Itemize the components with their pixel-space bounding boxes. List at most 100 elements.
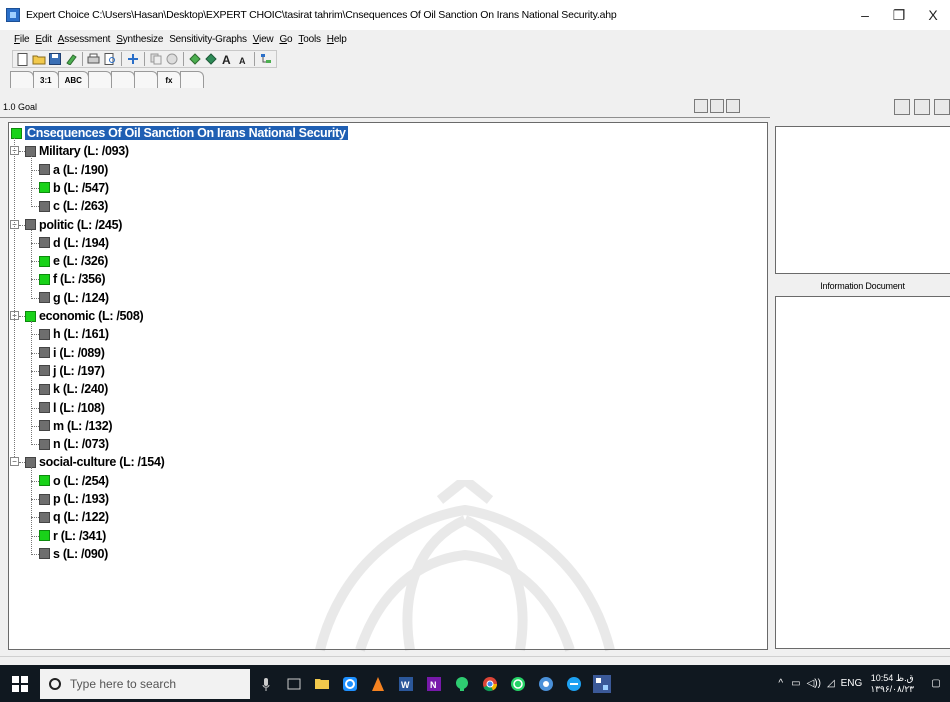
browser-icon[interactable] bbox=[534, 665, 558, 702]
alternative-node[interactable]: s (L: /090) bbox=[39, 545, 108, 563]
green-app-icon[interactable] bbox=[450, 665, 474, 702]
taskbar-search-box[interactable]: Type here to search bbox=[40, 668, 250, 699]
windows-start-icon[interactable] bbox=[0, 665, 40, 702]
alternative-node[interactable]: l (L: /108) bbox=[39, 399, 105, 417]
criterion-node[interactable]: politic (L: /245) bbox=[25, 216, 122, 234]
status-bar bbox=[0, 656, 950, 665]
word-icon[interactable]: W bbox=[394, 665, 418, 702]
tab-graphical[interactable] bbox=[110, 71, 135, 88]
alternative-node[interactable]: g (L: /124) bbox=[39, 289, 109, 307]
alternative-node[interactable]: n (L: /073) bbox=[39, 435, 109, 453]
minimize-button[interactable]: – bbox=[848, 0, 882, 30]
menu-item[interactable]: Tools bbox=[298, 34, 321, 45]
tray-up-chevron-icon[interactable]: ^ bbox=[778, 678, 783, 689]
clock-date: ۱۳۹۶/۰۸/۲۳ bbox=[870, 683, 914, 694]
alternative-node[interactable]: a (L: /190) bbox=[39, 161, 108, 179]
close-button[interactable]: X bbox=[916, 0, 950, 30]
battery-icon[interactable]: ▭ bbox=[791, 678, 800, 689]
node-priority-icon bbox=[39, 402, 50, 413]
font-size-icon[interactable]: A bbox=[219, 52, 234, 66]
whatsapp-icon[interactable] bbox=[506, 665, 530, 702]
menu-item[interactable]: Go bbox=[279, 34, 292, 45]
node-notes-panel[interactable] bbox=[775, 126, 950, 274]
edit-note-icon[interactable] bbox=[894, 99, 910, 115]
menu-item[interactable]: Help bbox=[327, 34, 347, 45]
new-file-icon[interactable] bbox=[15, 52, 30, 66]
menu-item-accelerator: G bbox=[279, 33, 288, 45]
node-label: c (L: /263) bbox=[53, 199, 109, 214]
messenger-icon[interactable] bbox=[562, 665, 586, 702]
paste-icon[interactable] bbox=[164, 52, 179, 66]
app-blue-icon[interactable] bbox=[338, 665, 362, 702]
tree-connector bbox=[31, 480, 39, 482]
tree-connector bbox=[31, 499, 39, 500]
tab-formula[interactable]: fx bbox=[156, 71, 181, 88]
expand-view-icon[interactable] bbox=[726, 99, 740, 113]
notifications-icon[interactable]: ▢ bbox=[922, 678, 950, 689]
alternative-node[interactable]: m (L: /132) bbox=[39, 417, 113, 435]
tree-layout-icon[interactable] bbox=[694, 99, 708, 113]
onenote-icon[interactable]: N bbox=[422, 665, 446, 702]
open-folder-icon[interactable] bbox=[31, 52, 46, 66]
alternative-node[interactable]: q (L: /122) bbox=[39, 508, 109, 526]
alternative-node[interactable]: c (L: /263) bbox=[39, 197, 108, 215]
tab-questionnaire[interactable] bbox=[133, 71, 158, 88]
criterion-node[interactable]: economic (L: /508) bbox=[25, 307, 144, 325]
move-up-icon[interactable] bbox=[187, 52, 202, 66]
collapse-toggle-icon[interactable]: − bbox=[10, 457, 19, 467]
language-indicator[interactable]: ENG bbox=[841, 678, 863, 689]
task-view-icon[interactable] bbox=[282, 665, 306, 702]
alternative-node[interactable]: h (L: /161) bbox=[39, 325, 109, 343]
alternative-node[interactable]: i (L: /089) bbox=[39, 344, 105, 362]
bottom-up-icon[interactable] bbox=[710, 99, 724, 113]
document-icon[interactable] bbox=[914, 99, 930, 115]
eraser-icon[interactable] bbox=[63, 52, 78, 66]
node-label: politic (L: /245) bbox=[39, 217, 123, 232]
alternative-node[interactable]: f (L: /356) bbox=[39, 270, 106, 288]
menu-item-label: elp bbox=[333, 33, 347, 45]
alternative-node[interactable]: r (L: /341) bbox=[39, 527, 106, 545]
tab-pairwise[interactable]: 3:1 bbox=[33, 71, 59, 88]
expert-choice-app-icon[interactable] bbox=[6, 8, 20, 22]
tab-verbal[interactable] bbox=[87, 71, 112, 88]
chrome-icon[interactable] bbox=[478, 665, 502, 702]
goal-node[interactable]: Cnsequences Of Oil Sanction On Irans Nat… bbox=[11, 124, 348, 142]
insert-node-icon[interactable] bbox=[125, 52, 140, 66]
criterion-node[interactable]: social-culture (L: /154) bbox=[25, 453, 165, 471]
menu-item[interactable]: File bbox=[14, 34, 30, 45]
menu-item[interactable]: Synthesize bbox=[116, 34, 163, 45]
tab-tree-view[interactable] bbox=[10, 71, 34, 88]
file-explorer-icon[interactable] bbox=[310, 665, 334, 702]
alternative-node[interactable]: e (L: /326) bbox=[39, 252, 108, 270]
microphone-icon[interactable] bbox=[254, 665, 278, 702]
tree-view-icon[interactable] bbox=[258, 52, 273, 66]
volume-icon[interactable]: ◁)) bbox=[807, 678, 821, 689]
print-preview-icon[interactable] bbox=[102, 52, 117, 66]
tab-data-grid[interactable] bbox=[179, 71, 204, 88]
network-icon[interactable]: ◿ bbox=[827, 678, 835, 689]
tab-abc[interactable]: ABC bbox=[57, 71, 89, 88]
font-format-icon[interactable] bbox=[934, 99, 950, 115]
view-tab-bar: 3:1 ABC fx bbox=[10, 70, 204, 88]
maximize-button[interactable]: ❐ bbox=[882, 0, 916, 30]
menu-item[interactable]: Edit bbox=[35, 34, 52, 45]
alternative-node[interactable]: k (L: /240) bbox=[39, 380, 108, 398]
alternative-node[interactable]: p (L: /193) bbox=[39, 490, 109, 508]
menu-item[interactable]: View bbox=[253, 34, 274, 45]
criterion-node[interactable]: Military (L: /093) bbox=[25, 142, 129, 160]
information-document-panel[interactable] bbox=[775, 296, 950, 649]
font-small-icon[interactable]: A bbox=[235, 52, 250, 66]
copy-icon[interactable] bbox=[148, 52, 163, 66]
alternative-node[interactable]: d (L: /194) bbox=[39, 234, 109, 252]
move-down-icon[interactable] bbox=[203, 52, 218, 66]
menu-item[interactable]: Sensitivity-Graphs bbox=[169, 34, 247, 45]
menu-item[interactable]: Assessment bbox=[58, 34, 111, 45]
vlc-icon[interactable] bbox=[366, 665, 390, 702]
alternative-node[interactable]: b (L: /547) bbox=[39, 179, 109, 197]
expert-choice-taskbar-icon[interactable] bbox=[590, 665, 614, 702]
save-icon[interactable] bbox=[47, 52, 62, 66]
taskbar-clock[interactable]: 10:54 ق.ظ ۱۳۹۶/۰۸/۲۳ bbox=[870, 673, 914, 695]
alternative-node[interactable]: j (L: /197) bbox=[39, 362, 105, 380]
print-icon[interactable] bbox=[86, 52, 101, 66]
alternative-node[interactable]: o (L: /254) bbox=[39, 472, 109, 490]
